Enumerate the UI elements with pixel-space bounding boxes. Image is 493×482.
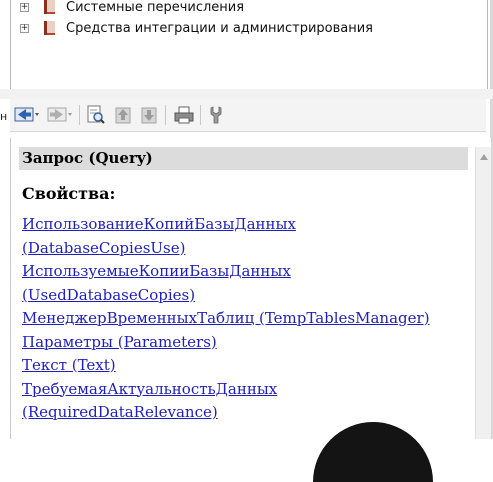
link-temp-tables-manager[interactable]: МенеджерВременныхТаблиц (TempTablesManag… — [22, 307, 467, 331]
properties-heading: Свойства: — [22, 184, 116, 203]
settings-icon — [210, 106, 222, 124]
scroll-up-icon[interactable] — [480, 154, 488, 160]
toolbar-separator — [165, 105, 166, 125]
toolbar-separator — [200, 105, 201, 125]
link-database-copies-use-en[interactable]: (DatabaseCopiesUse) — [22, 237, 467, 261]
back-icon — [14, 107, 39, 122]
vertical-scrollbar[interactable] — [475, 147, 491, 439]
properties-link-list: ИспользованиеКопийБазыДанных (DatabaseCo… — [22, 213, 467, 425]
forward-button[interactable] — [47, 105, 73, 125]
help-toolbar — [10, 99, 486, 132]
print-icon — [174, 106, 194, 124]
cut-off-label: н — [0, 110, 8, 123]
tree-item-label: Системные перечисления — [66, 0, 245, 15]
settings-button[interactable] — [207, 105, 227, 125]
expand-icon[interactable]: + — [20, 2, 29, 12]
page-title: Запрос (Query) — [19, 147, 468, 170]
book-icon — [44, 21, 55, 35]
link-used-database-copies-en[interactable]: (UsedDatabaseCopies) — [22, 284, 467, 308]
metadata-tree: + Системные перечисления + Средства инте… — [10, 0, 488, 90]
expand-icon[interactable]: + — [20, 23, 29, 33]
toolbar-separator — [79, 105, 80, 125]
move-down-icon — [141, 107, 157, 124]
find-icon — [87, 105, 105, 124]
panel-gap — [0, 89, 493, 99]
link-text[interactable]: Текст (Text) — [22, 354, 467, 378]
help-content-pane: Запрос (Query) Свойства: ИспользованиеКо… — [10, 138, 491, 439]
move-up-button[interactable] — [113, 105, 133, 125]
find-button[interactable] — [86, 105, 106, 125]
print-button[interactable] — [173, 105, 195, 125]
tree-item-label: Средства интеграции и администрирования — [66, 20, 374, 36]
tree-item-system-enums[interactable]: + Системные перечисления — [11, 0, 244, 17]
link-used-database-copies[interactable]: ИспользуемыеКопииБазыДанных — [22, 260, 467, 284]
back-button[interactable] — [14, 105, 40, 125]
move-down-button[interactable] — [139, 105, 159, 125]
tree-item-integration-tools[interactable]: + Средства интеграции и администрировани… — [11, 18, 373, 38]
move-up-icon — [115, 107, 131, 124]
forward-icon — [47, 107, 72, 122]
link-required-data-relevance-en[interactable]: (RequiredDataRelevance) — [22, 401, 467, 425]
link-database-copies-use[interactable]: ИспользованиеКопийБазыДанных — [22, 213, 467, 237]
link-required-data-relevance[interactable]: ТребуемаяАктуальностьДанных — [22, 378, 467, 402]
book-icon — [44, 0, 55, 14]
link-parameters[interactable]: Параметры (Parameters) — [22, 331, 467, 355]
